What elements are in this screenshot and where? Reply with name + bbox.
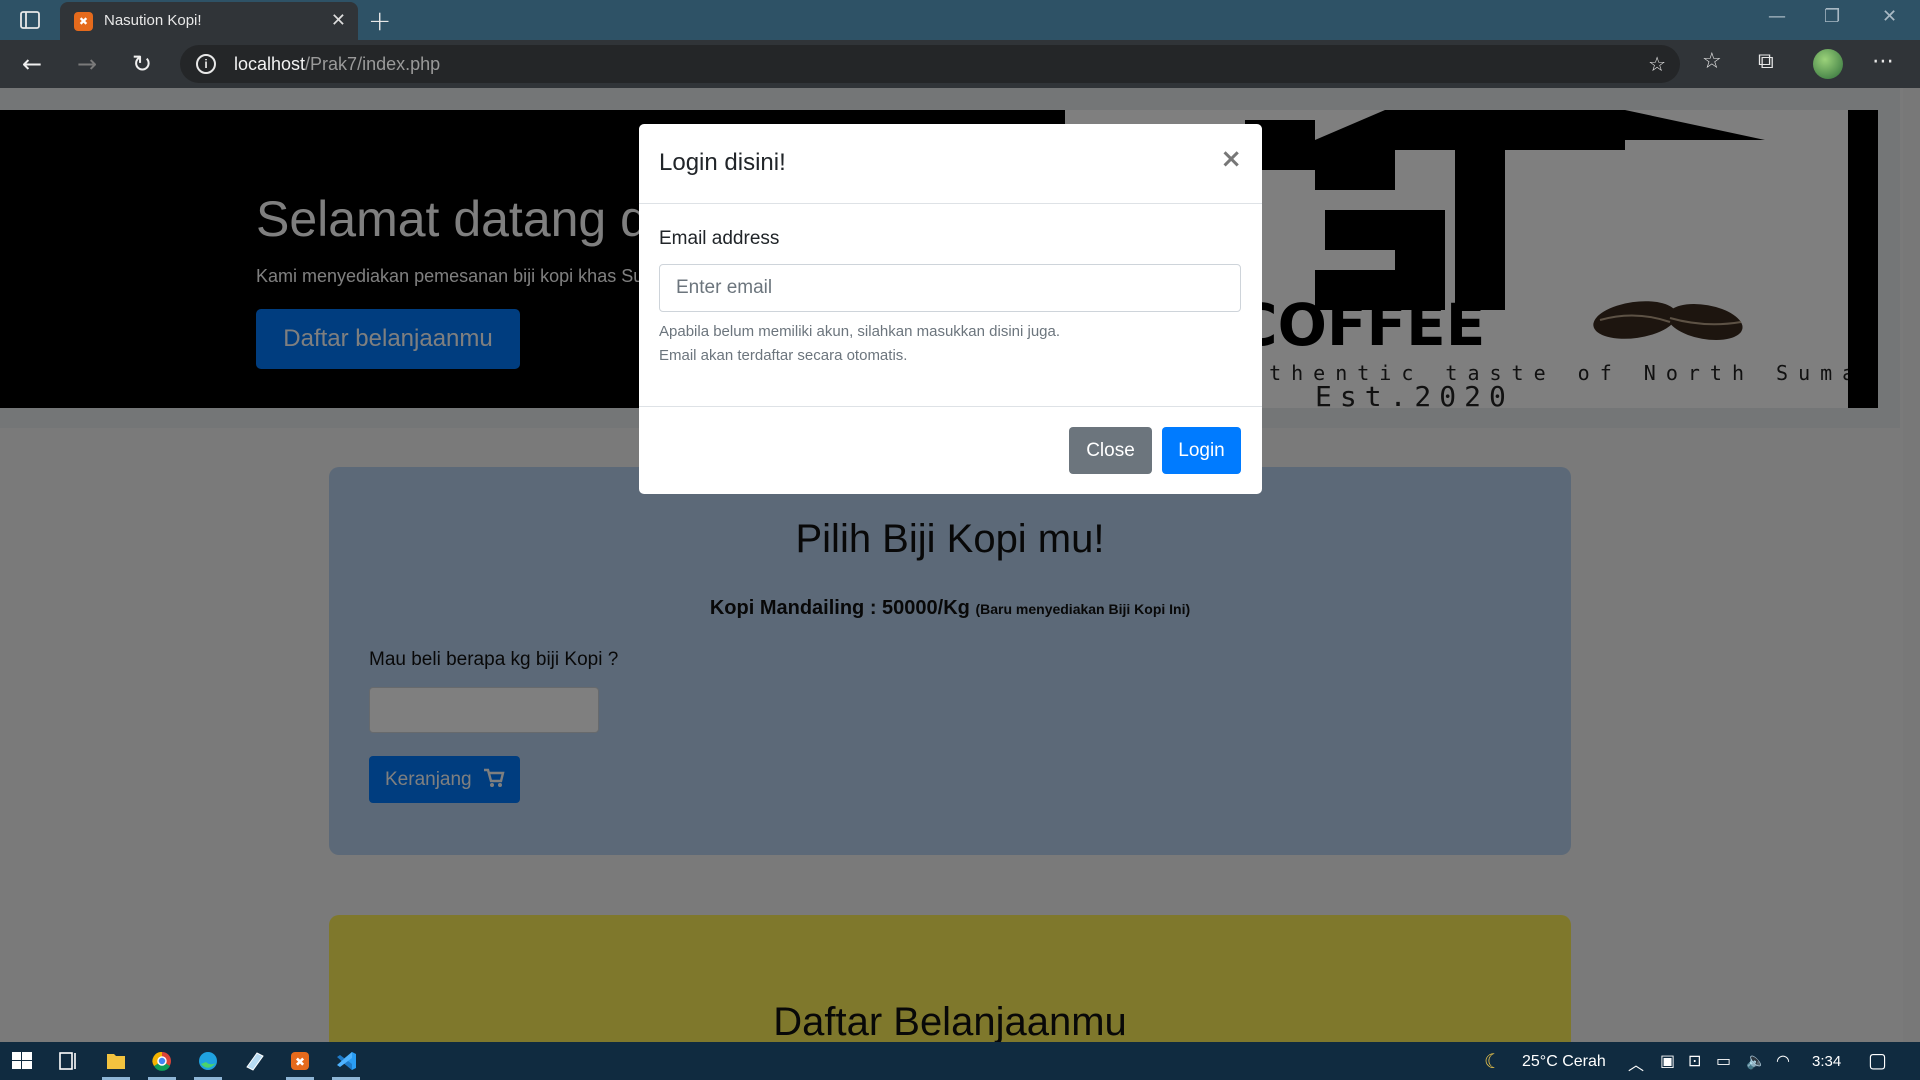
browser-tab-bar: ✖ Nasution Kopi! ✕ + — ❐ ✕ — [0, 0, 1920, 40]
url-text[interactable]: localhost/Prak7/index.php — [234, 54, 440, 75]
edge-icon[interactable] — [186, 1042, 230, 1080]
back-icon[interactable]: ← — [22, 50, 42, 78]
browser-tab-active[interactable]: ✖ Nasution Kopi! ✕ — [60, 2, 358, 40]
weather-text[interactable]: 25°C Cerah — [1522, 1053, 1606, 1071]
email-help-text: Apabila belum memiliki akun, silahkan ma… — [659, 323, 1061, 364]
notepad-icon[interactable] — [232, 1042, 276, 1080]
clock-time[interactable]: 3:34 — [1812, 1053, 1841, 1070]
modal-footer: Close Login — [639, 406, 1262, 494]
modal-title: Login disini! — [659, 149, 786, 176]
restore-icon[interactable]: ❐ — [1824, 6, 1840, 27]
battery-icon[interactable]: ▭ — [1716, 1051, 1731, 1070]
address-bar[interactable]: i localhost/Prak7/index.php ☆ — [180, 45, 1680, 83]
start-button[interactable] — [0, 1042, 44, 1080]
profile-avatar[interactable] — [1813, 49, 1843, 79]
site-info-icon[interactable]: i — [196, 54, 216, 74]
email-label: Email address — [659, 228, 780, 249]
meet-now-icon[interactable]: ▣ — [1660, 1051, 1675, 1070]
task-view-icon[interactable] — [46, 1042, 90, 1080]
notification-icon[interactable]: ▢ — [1868, 1048, 1887, 1072]
modal-close-icon[interactable]: × — [1220, 144, 1242, 174]
display-icon[interactable]: ⊡ — [1688, 1051, 1701, 1070]
tray-chevron-icon[interactable]: ︿ — [1628, 1051, 1644, 1075]
forward-icon[interactable]: → — [77, 50, 97, 78]
email-input[interactable] — [659, 264, 1241, 312]
wifi-icon[interactable]: ◠ — [1776, 1051, 1790, 1070]
minimize-icon[interactable]: — — [1768, 6, 1786, 27]
close-button[interactable]: Close — [1069, 427, 1152, 474]
file-explorer-icon[interactable] — [94, 1042, 138, 1080]
browser-toolbar: ← → ↻ i localhost/Prak7/index.php ☆ ☆ ⧉ … — [0, 40, 1920, 88]
vscode-icon[interactable] — [324, 1042, 368, 1080]
new-tab-icon[interactable]: + — [368, 4, 391, 37]
reload-icon[interactable]: ↻ — [132, 50, 152, 78]
favorites-icon[interactable]: ☆ — [1702, 49, 1722, 74]
xampp-favicon-icon: ✖ — [74, 12, 93, 31]
windows-logo-icon — [12, 1052, 32, 1069]
weather-moon-icon[interactable]: ☾ — [1484, 1049, 1502, 1073]
chrome-icon[interactable] — [140, 1042, 184, 1080]
tab-title: Nasution Kopi! — [104, 12, 202, 29]
tab-close-icon[interactable]: ✕ — [331, 10, 346, 31]
svg-text:✖: ✖ — [295, 1055, 305, 1069]
volume-icon[interactable]: 🔈 — [1746, 1051, 1766, 1070]
login-button[interactable]: Login — [1162, 427, 1241, 474]
modal-header: Login disini! × — [639, 124, 1262, 204]
close-window-icon[interactable]: ✕ — [1882, 6, 1897, 27]
add-favorite-icon[interactable]: ☆ — [1648, 52, 1666, 76]
tab-actions-icon[interactable] — [16, 9, 44, 31]
xampp-icon[interactable]: ✖ — [278, 1042, 322, 1080]
page-viewport: Selamat datang di Nasution Kopi! Kami me… — [0, 88, 1920, 1042]
windows-taskbar: ✖ ☾ 25°C Cerah ︿ ▣ ⊡ ▭ 🔈 ◠ 3:34 ▢ — [0, 1042, 1920, 1080]
more-menu-icon[interactable]: ⋯ — [1872, 49, 1894, 74]
login-modal: Login disini! × Email address Apabila be… — [639, 124, 1262, 494]
collections-icon[interactable]: ⧉ — [1758, 49, 1774, 74]
